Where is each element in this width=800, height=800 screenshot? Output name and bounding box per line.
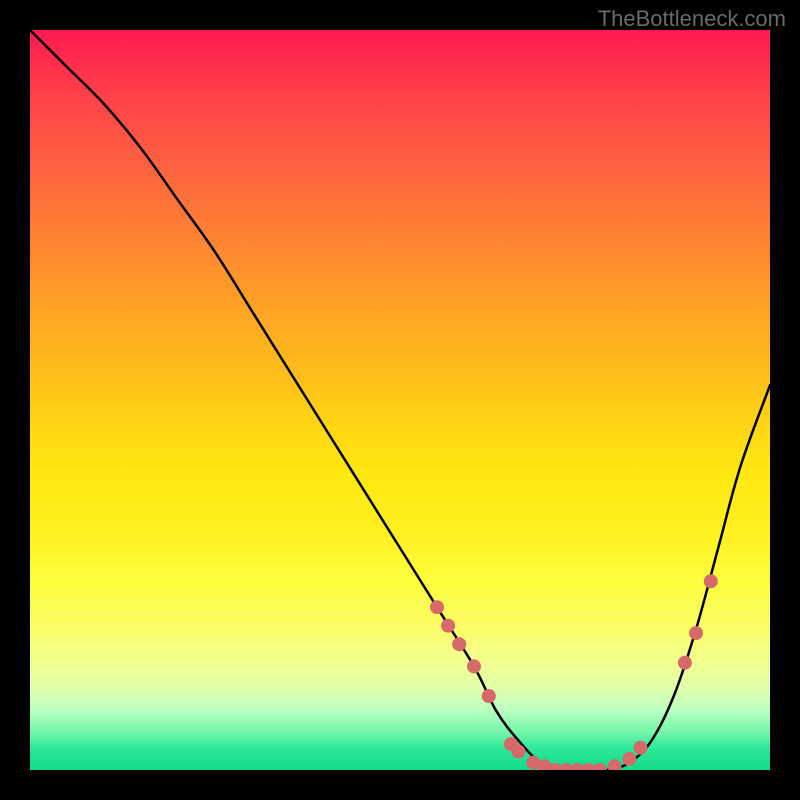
data-marker [622,752,636,766]
data-marker [593,763,607,770]
data-marker [430,600,444,614]
plot-area [30,30,770,770]
data-marker [634,741,648,755]
data-marker [678,656,692,670]
data-marker [511,745,525,759]
data-marker [704,574,718,588]
data-marker [441,619,455,633]
chart-svg [30,30,770,770]
data-marker [452,637,466,651]
data-marker [467,659,481,673]
data-marker [689,626,703,640]
data-marker [482,689,496,703]
data-marker [608,759,622,770]
data-markers [430,574,718,770]
attribution-text: TheBottleneck.com [598,6,786,32]
bottleneck-curve [30,30,770,770]
